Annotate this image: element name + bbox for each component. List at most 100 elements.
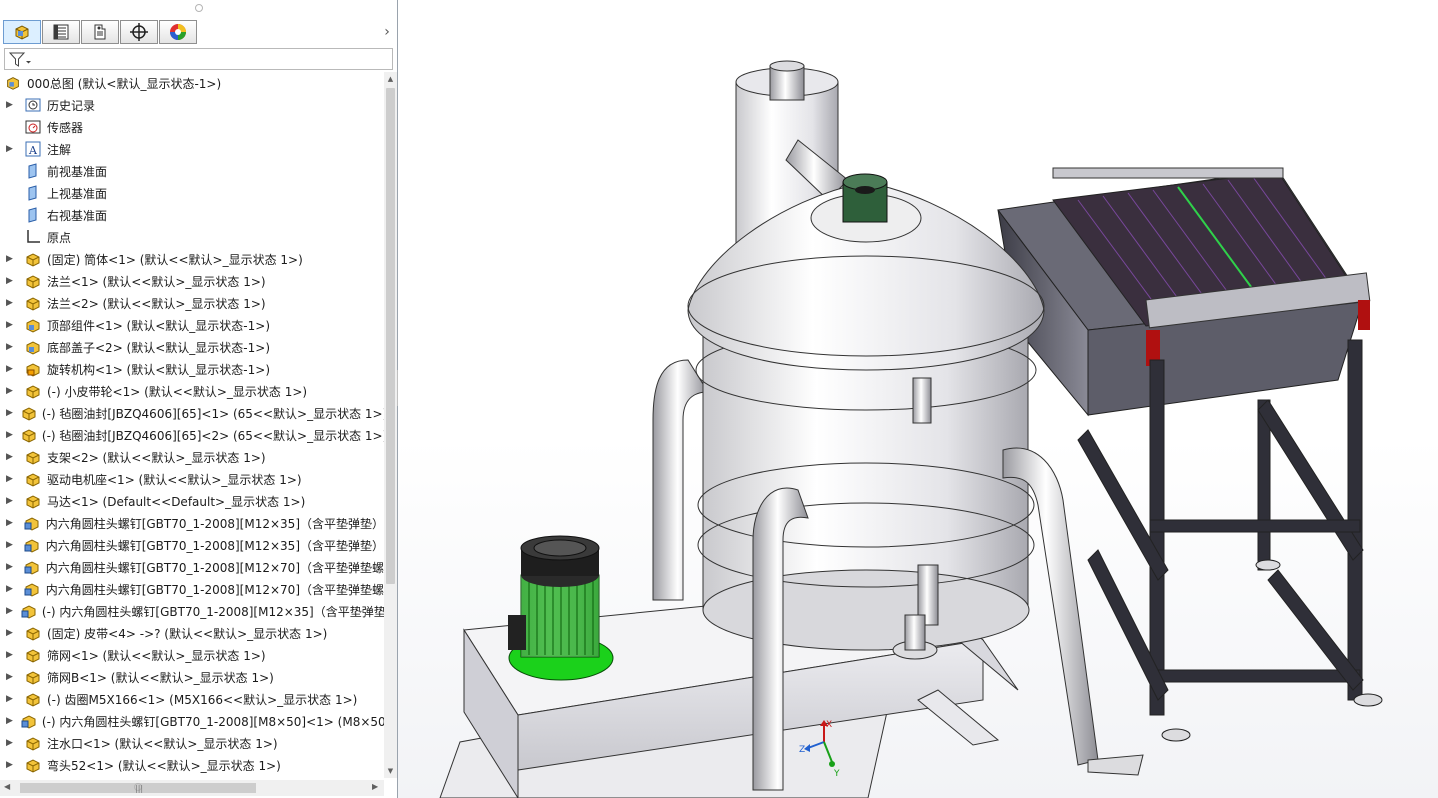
expand-arrow-icon[interactable]: ▶ (6, 100, 16, 110)
expand-arrow-icon[interactable]: ▶ (6, 716, 13, 726)
tree-item[interactable]: ▶ (-) 内六角圆柱头螺钉[GBT70_1-2008][M8×50]<1> (M… (0, 710, 384, 732)
tree-item-label: 筛网B<1> (默认<<默认>_显示状态 1>) (47, 670, 274, 685)
tree-item[interactable]: ▶ (-) 毡圈油封[JBZQ4606][65]<2> (65<<默认>_显示状态… (0, 424, 384, 446)
expand-arrow-icon[interactable]: ▶ (6, 474, 16, 484)
tree-item[interactable]: 前视基准面 (0, 160, 384, 182)
expand-arrow-icon[interactable]: ▶ (6, 144, 16, 154)
expand-arrow-icon[interactable]: ▶ (6, 386, 16, 396)
tree-item[interactable]: 上视基准面 (0, 182, 384, 204)
graphics-area[interactable]: X Z Y (398, 0, 1438, 798)
scroll-right-arrow-icon[interactable]: ▶ (372, 782, 378, 791)
vertical-scroll-thumb[interactable] (386, 88, 395, 584)
plane-icon (24, 184, 42, 202)
expand-arrow-icon[interactable]: ▶ (6, 738, 16, 748)
featuremanager-tab[interactable] (3, 20, 41, 44)
expand-arrow-icon[interactable]: ▶ (6, 276, 16, 286)
tree-item[interactable]: ▶ 内六角圆柱头螺钉[GBT70_1-2008][M12×70]（含平垫弹垫螺 (0, 556, 384, 578)
tree-item[interactable]: ▶ 筛网B<1> (默认<<默认>_显示状态 1>) (0, 666, 384, 688)
tree-item-label: (固定) 筒体<1> (默认<<默认>_显示状态 1>) (47, 252, 303, 267)
tree-item-label: 内六角圆柱头螺钉[GBT70_1-2008][M12×70]（含平垫弹垫螺 (45, 582, 384, 597)
propertymanager-tab[interactable] (42, 20, 80, 44)
expand-arrow-icon[interactable]: ▶ (6, 606, 13, 616)
tree-item[interactable]: ▶ (-) 齿圈M5X166<1> (M5X166<<默认>_显示状态 1>) (0, 688, 384, 710)
assembly-icon (4, 74, 22, 92)
expand-arrow-icon[interactable]: ▶ (6, 254, 16, 264)
expand-arrow-icon[interactable]: ▶ (6, 562, 16, 572)
vertical-scrollbar[interactable]: ▲ ▼ (384, 72, 397, 778)
scroll-left-arrow-icon[interactable]: ◀ (4, 782, 10, 791)
tree-item[interactable]: ▶ 筛网<1> (默认<<默认>_显示状态 1>) (0, 644, 384, 666)
expand-arrow-icon[interactable]: ▶ (6, 672, 16, 682)
expand-arrow-icon[interactable]: ▶ (6, 342, 16, 352)
configurationmanager-tab[interactable] (81, 20, 119, 44)
expand-arrow-icon[interactable]: ▶ (6, 540, 16, 550)
scroll-up-arrow-icon[interactable]: ▲ (384, 72, 397, 86)
expand-arrow-icon[interactable]: ▶ (6, 364, 16, 374)
triad-x-label: X (826, 720, 832, 730)
expand-panel-chevron-icon[interactable]: › (380, 24, 394, 40)
filter-bar[interactable] (4, 48, 393, 70)
assembly-icon (24, 316, 42, 334)
tree-item-label: (-) 小皮带轮<1> (默认<<默认>_显示状态 1>) (47, 384, 308, 399)
dimxpert-tab[interactable] (120, 20, 158, 44)
tree-item[interactable]: ▶ 内六角圆柱头螺钉[GBT70_1-2008][M12×35]（含平垫弹垫） (0, 512, 384, 534)
expand-arrow-icon[interactable]: ▶ (6, 408, 13, 418)
horizontal-scrollbar[interactable]: ◀ ||| ▶ (0, 780, 384, 796)
color-wheel-icon (170, 24, 186, 40)
tree-item-label: 内六角圆柱头螺钉[GBT70_1-2008][M12×35]（含平垫弹垫） (45, 538, 384, 553)
tree-item-label: 历史记录 (47, 98, 96, 113)
tree-item[interactable]: ▶ A 注解 (0, 138, 384, 160)
tree-item[interactable]: ▶ (-) 内六角圆柱头螺钉[GBT70_1-2008][M12×35]（含平垫弹… (0, 600, 384, 622)
tree-item[interactable]: ▶ 马达<1> (Default<<Default>_显示状态 1>) (0, 490, 384, 512)
tree-item[interactable]: ▶ (-) 小皮带轮<1> (默认<<默认>_显示状态 1>) (0, 380, 384, 402)
svg-text:A: A (28, 144, 38, 157)
tree-item[interactable]: ▶ 注水口<1> (默认<<默认>_显示状态 1>) (0, 732, 384, 754)
panel-grip-dot[interactable] (195, 4, 203, 12)
tree-item-label: 内六角圆柱头螺钉[GBT70_1-2008][M12×70]（含平垫弹垫螺 (45, 560, 384, 575)
expand-arrow-icon[interactable]: ▶ (6, 298, 16, 308)
tree-item[interactable]: ▶ 法兰<2> (默认<<默认>_显示状态 1>) (0, 292, 384, 314)
expand-arrow-icon[interactable]: ▶ (6, 496, 16, 506)
tree-item[interactable]: ▶ 内六角圆柱头螺钉[GBT70_1-2008][M12×70]（含平垫弹垫螺 (0, 578, 384, 600)
tree-item[interactable]: ▶ (-) 毡圈油封[JBZQ4606][65]<1> (65<<默认>_显示状态… (0, 402, 384, 424)
expand-arrow-icon[interactable]: ▶ (6, 430, 13, 440)
filter-icon (9, 52, 31, 67)
tree-item[interactable]: ▶ 旋转机构<1> (默认<默认_显示状态-1>) (0, 358, 384, 380)
expand-arrow-icon[interactable]: ▶ (6, 650, 16, 660)
tree-item-label: 筛网<1> (默认<<默认>_显示状态 1>) (47, 648, 266, 663)
tree-item[interactable]: ▶ 顶部组件<1> (默认<默认_显示状态-1>) (0, 314, 384, 336)
tree-item[interactable]: ▶ 底部盖子<2> (默认<默认_显示状态-1>) (0, 336, 384, 358)
feature-tree: 000总图 (默认<默认_显示状态-1>) ▶ 历史记录传感器 ▶ A 注解前视基准面上… (0, 72, 384, 778)
part-icon (24, 294, 42, 312)
tree-item[interactable]: 传感器 (0, 116, 384, 138)
toolbox-part-icon (24, 536, 41, 554)
tree-item[interactable]: ▶ 内六角圆柱头螺钉[GBT70_1-2008][M12×35]（含平垫弹垫） (0, 534, 384, 556)
expand-arrow-icon[interactable]: ▶ (6, 584, 16, 594)
expand-arrow-icon[interactable]: ▶ (6, 452, 16, 462)
tree-item[interactable]: 右视基准面 (0, 204, 384, 226)
expand-arrow-icon[interactable]: ▶ (6, 628, 16, 638)
tree-item-label: 内六角圆柱头螺钉[GBT70_1-2008][M12×35]（含平垫弹垫） (45, 516, 384, 531)
tree-item[interactable]: ▶ 弯头52<1> (默认<<默认>_显示状态 1>) (0, 754, 384, 776)
tree-item-label: 注解 (47, 142, 72, 157)
tree-item[interactable]: ▶ 驱动电机座<1> (默认<<默认>_显示状态 1>) (0, 468, 384, 490)
tree-item[interactable]: ▶ (固定) 皮带<4> ->? (默认<<默认>_显示状态 1>) (0, 622, 384, 644)
tree-root[interactable]: 000总图 (默认<默认_显示状态-1>) (0, 72, 384, 94)
expand-arrow-icon[interactable]: ▶ (6, 518, 16, 528)
scroll-down-arrow-icon[interactable]: ▼ (384, 764, 397, 778)
tree-item[interactable]: ▶ 法兰<1> (默认<<默认>_显示状态 1>) (0, 270, 384, 292)
tree-item[interactable]: ▶ 支架<2> (默认<<默认>_显示状态 1>) (0, 446, 384, 468)
expand-arrow-icon[interactable]: ▶ (6, 760, 16, 770)
hopper-and-screen (997, 167, 1371, 417)
tree-item[interactable]: ▶ (固定) 筒体<1> (默认<<默认>_显示状态 1>) (0, 248, 384, 270)
tree-item-label: (-) 内六角圆柱头螺钉[GBT70_1-2008][M12×35]（含平垫弹垫 (41, 604, 384, 619)
tree-item-label: 传感器 (47, 120, 84, 135)
display-manager-tab[interactable] (159, 20, 197, 44)
expand-arrow-icon[interactable]: ▶ (6, 320, 16, 330)
tree-item[interactable]: 原点 (0, 226, 384, 248)
tree-item[interactable]: ▶ 历史记录 (0, 94, 384, 116)
annotation-icon: A (24, 140, 42, 158)
expand-arrow-icon[interactable]: ▶ (6, 694, 16, 704)
tree-item-label: 法兰<1> (默认<<默认>_显示状态 1>) (47, 274, 266, 289)
part-icon (21, 404, 37, 422)
